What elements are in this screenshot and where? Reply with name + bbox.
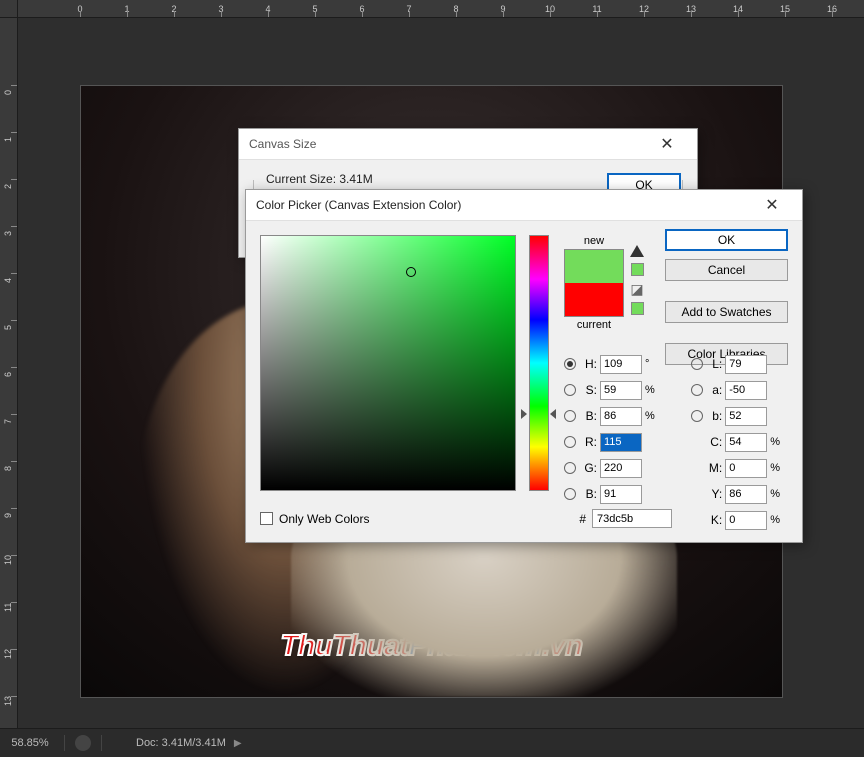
r-label: R:: [579, 435, 597, 449]
color-picker-title-bar[interactable]: Color Picker (Canvas Extension Color) ✕: [246, 190, 802, 221]
a-label: a:: [706, 383, 722, 397]
gamut-swatch[interactable]: [631, 263, 644, 276]
websafe-swatch[interactable]: [631, 302, 644, 315]
new-color-preview[interactable]: [565, 250, 623, 283]
s-input[interactable]: [600, 381, 642, 400]
r-input[interactable]: [600, 433, 642, 452]
saturation-radio[interactable]: [564, 384, 576, 396]
gamut-warning-icon[interactable]: [630, 245, 644, 257]
m-label: M:: [706, 461, 722, 475]
hue-label: H:: [579, 357, 597, 371]
doc-size[interactable]: Doc: 3.41M/3.41M: [136, 737, 226, 749]
lab-b-label: b:: [706, 409, 722, 423]
color-swatch: [564, 249, 624, 317]
green-radio[interactable]: [564, 462, 576, 474]
zoom-level[interactable]: 58.85%: [0, 737, 60, 749]
l-input[interactable]: [725, 355, 767, 374]
brightness-radio[interactable]: [564, 410, 576, 422]
lightness-radio[interactable]: [691, 358, 703, 370]
hue-slider-handle-icon[interactable]: [521, 409, 527, 419]
status-indicator-icon[interactable]: [75, 735, 91, 751]
canvas-size-title: Canvas Size: [249, 137, 316, 151]
hue-input[interactable]: [600, 355, 642, 374]
hue-slider-handle-icon[interactable]: [550, 409, 556, 419]
color-picker-dialog: Color Picker (Canvas Extension Color) ✕ …: [245, 189, 803, 543]
b-rgb-input[interactable]: [600, 485, 642, 504]
g-input[interactable]: [600, 459, 642, 478]
l-label: L:: [706, 357, 722, 371]
blue-radio[interactable]: [564, 488, 576, 500]
status-bar: 58.85% Doc: 3.41M/3.41M ▶: [0, 728, 864, 757]
ok-button[interactable]: OK: [665, 229, 788, 251]
g-label: G:: [579, 461, 597, 475]
close-icon[interactable]: ✕: [752, 195, 792, 215]
red-radio[interactable]: [564, 436, 576, 448]
only-web-colors-checkbox[interactable]: [260, 512, 273, 525]
hex-prefix: #: [579, 512, 586, 526]
saturation-value-field[interactable]: [260, 235, 516, 491]
ruler-corner: [0, 0, 18, 18]
y-input[interactable]: [725, 485, 767, 504]
a-radio[interactable]: [691, 384, 703, 396]
c-input[interactable]: [725, 433, 767, 452]
canvas-size-title-bar[interactable]: Canvas Size ✕: [239, 129, 697, 160]
a-input[interactable]: [725, 381, 767, 400]
watermark: ThuThuatPhanMem.vn: [281, 630, 583, 663]
b-hsb-input[interactable]: [600, 407, 642, 426]
hue-radio[interactable]: [564, 358, 576, 370]
cancel-button[interactable]: Cancel: [665, 259, 788, 281]
only-web-colors-label: Only Web Colors: [279, 512, 369, 526]
hex-input[interactable]: [592, 509, 672, 528]
b-hsb-label: B:: [579, 409, 597, 423]
ruler-vertical[interactable]: 01234567891011121314: [0, 18, 18, 728]
websafe-warning-icon[interactable]: ◪: [630, 282, 644, 296]
lab-b-radio[interactable]: [691, 410, 703, 422]
c-label: C:: [706, 435, 722, 449]
y-label: Y:: [706, 487, 722, 501]
b-rgb-label: B:: [579, 487, 597, 501]
hue-slider[interactable]: [529, 235, 549, 491]
workspace: 01234567891011121314151617 0123456789101…: [0, 0, 864, 728]
color-picker-title: Color Picker (Canvas Extension Color): [256, 198, 461, 212]
add-to-swatches-button[interactable]: Add to Swatches: [665, 301, 788, 323]
color-marker-icon[interactable]: [406, 267, 416, 277]
status-arrow-icon[interactable]: ▶: [234, 738, 242, 749]
close-icon[interactable]: ✕: [647, 134, 687, 154]
lab-b-input[interactable]: [725, 407, 767, 426]
s-label: S:: [579, 383, 597, 397]
current-color-preview[interactable]: [565, 283, 623, 316]
m-input[interactable]: [725, 459, 767, 478]
current-color-label: current: [564, 319, 624, 331]
current-size-label: Current Size: 3.41M: [262, 172, 377, 186]
new-color-label: new: [564, 235, 624, 247]
ruler-horizontal[interactable]: 01234567891011121314151617: [18, 0, 864, 18]
